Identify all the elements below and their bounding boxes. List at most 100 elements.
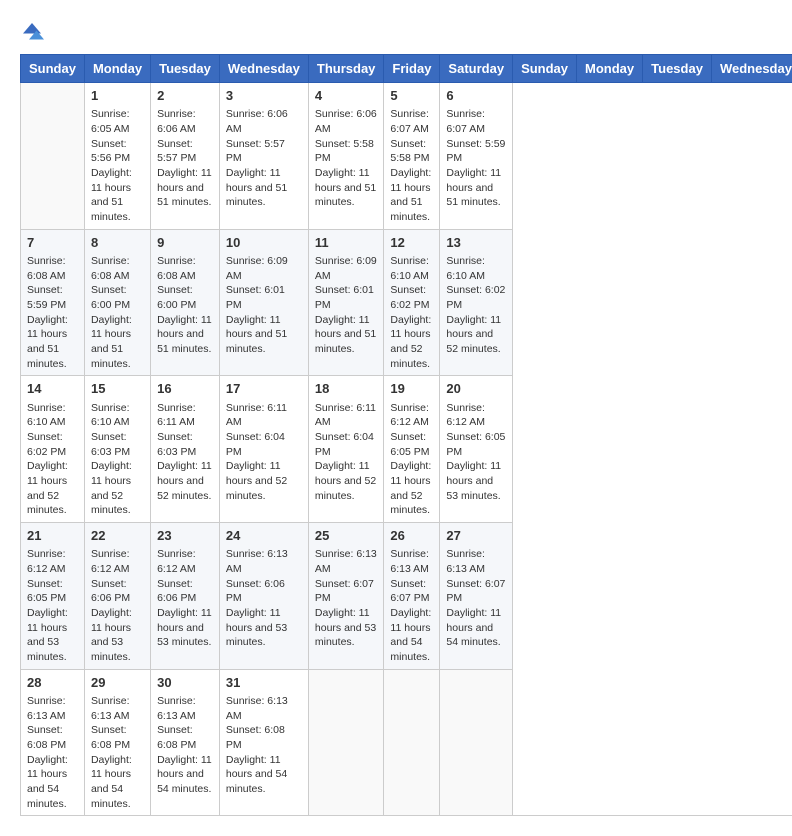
sunset-text: Sunset: 6:04 PM bbox=[315, 430, 378, 459]
calendar-cell: 8Sunrise: 6:08 AMSunset: 6:00 PMDaylight… bbox=[84, 229, 150, 376]
daylight-text: Daylight: 11 hours and 51 minutes. bbox=[315, 313, 378, 357]
weekday-header: Wednesday bbox=[711, 55, 792, 83]
sunrise-text: Sunrise: 6:06 AM bbox=[315, 107, 378, 136]
calendar-day-header: Thursday bbox=[308, 55, 384, 83]
calendar-cell: 12Sunrise: 6:10 AMSunset: 6:02 PMDayligh… bbox=[384, 229, 440, 376]
sunrise-text: Sunrise: 6:12 AM bbox=[390, 401, 433, 430]
day-number: 26 bbox=[390, 527, 433, 545]
calendar-cell: 3Sunrise: 6:06 AMSunset: 5:57 PMDaylight… bbox=[219, 83, 308, 230]
day-number: 23 bbox=[157, 527, 213, 545]
day-number: 1 bbox=[91, 87, 144, 105]
day-number: 4 bbox=[315, 87, 378, 105]
sunrise-text: Sunrise: 6:07 AM bbox=[446, 107, 506, 136]
daylight-text: Daylight: 11 hours and 51 minutes. bbox=[226, 313, 302, 357]
sunrise-text: Sunrise: 6:12 AM bbox=[91, 547, 144, 576]
sunrise-text: Sunrise: 6:11 AM bbox=[315, 401, 378, 430]
day-number: 18 bbox=[315, 380, 378, 398]
daylight-text: Daylight: 11 hours and 54 minutes. bbox=[27, 753, 78, 812]
day-number: 3 bbox=[226, 87, 302, 105]
sunrise-text: Sunrise: 6:08 AM bbox=[91, 254, 144, 283]
sunrise-text: Sunrise: 6:07 AM bbox=[390, 107, 433, 136]
sunset-text: Sunset: 5:59 PM bbox=[446, 137, 506, 166]
day-number: 17 bbox=[226, 380, 302, 398]
daylight-text: Daylight: 11 hours and 52 minutes. bbox=[91, 459, 144, 518]
sunrise-text: Sunrise: 6:13 AM bbox=[157, 694, 213, 723]
sunset-text: Sunset: 5:56 PM bbox=[91, 137, 144, 166]
sunset-text: Sunset: 6:01 PM bbox=[226, 283, 302, 312]
sunset-text: Sunset: 6:00 PM bbox=[157, 283, 213, 312]
day-number: 7 bbox=[27, 234, 78, 252]
sunrise-text: Sunrise: 6:08 AM bbox=[27, 254, 78, 283]
day-number: 20 bbox=[446, 380, 506, 398]
sunrise-text: Sunrise: 6:13 AM bbox=[226, 694, 302, 723]
daylight-text: Daylight: 11 hours and 51 minutes. bbox=[315, 166, 378, 210]
sunset-text: Sunset: 6:05 PM bbox=[390, 430, 433, 459]
daylight-text: Daylight: 11 hours and 53 minutes. bbox=[446, 459, 506, 503]
calendar-day-header: Saturday bbox=[440, 55, 513, 83]
sunrise-text: Sunrise: 6:09 AM bbox=[315, 254, 378, 283]
daylight-text: Daylight: 11 hours and 52 minutes. bbox=[315, 459, 378, 503]
sunset-text: Sunset: 6:06 PM bbox=[157, 577, 213, 606]
calendar-week-row: 28Sunrise: 6:13 AMSunset: 6:08 PMDayligh… bbox=[21, 669, 792, 816]
sunset-text: Sunset: 6:06 PM bbox=[91, 577, 144, 606]
daylight-text: Daylight: 11 hours and 53 minutes. bbox=[315, 606, 378, 650]
sunset-text: Sunset: 6:01 PM bbox=[315, 283, 378, 312]
daylight-text: Daylight: 11 hours and 51 minutes. bbox=[91, 313, 144, 372]
day-number: 13 bbox=[446, 234, 506, 252]
daylight-text: Daylight: 11 hours and 53 minutes. bbox=[27, 606, 78, 665]
daylight-text: Daylight: 11 hours and 54 minutes. bbox=[390, 606, 433, 665]
sunrise-text: Sunrise: 6:10 AM bbox=[446, 254, 506, 283]
daylight-text: Daylight: 11 hours and 54 minutes. bbox=[226, 753, 302, 797]
calendar-cell: 24Sunrise: 6:13 AMSunset: 6:06 PMDayligh… bbox=[219, 523, 308, 670]
day-number: 24 bbox=[226, 527, 302, 545]
page-header bbox=[20, 20, 772, 44]
sunrise-text: Sunrise: 6:13 AM bbox=[226, 547, 302, 576]
day-number: 10 bbox=[226, 234, 302, 252]
sunrise-text: Sunrise: 6:12 AM bbox=[446, 401, 506, 430]
daylight-text: Daylight: 11 hours and 54 minutes. bbox=[91, 753, 144, 812]
sunrise-text: Sunrise: 6:13 AM bbox=[446, 547, 506, 576]
calendar-cell: 14Sunrise: 6:10 AMSunset: 6:02 PMDayligh… bbox=[21, 376, 85, 523]
daylight-text: Daylight: 11 hours and 52 minutes. bbox=[226, 459, 302, 503]
calendar-cell: 9Sunrise: 6:08 AMSunset: 6:00 PMDaylight… bbox=[151, 229, 220, 376]
day-number: 11 bbox=[315, 234, 378, 252]
sunrise-text: Sunrise: 6:09 AM bbox=[226, 254, 302, 283]
sunset-text: Sunset: 6:06 PM bbox=[226, 577, 302, 606]
day-number: 21 bbox=[27, 527, 78, 545]
calendar-cell: 7Sunrise: 6:08 AMSunset: 5:59 PMDaylight… bbox=[21, 229, 85, 376]
daylight-text: Daylight: 11 hours and 51 minutes. bbox=[157, 166, 213, 210]
sunrise-text: Sunrise: 6:06 AM bbox=[226, 107, 302, 136]
daylight-text: Daylight: 11 hours and 52 minutes. bbox=[27, 459, 78, 518]
calendar-cell: 1Sunrise: 6:05 AMSunset: 5:56 PMDaylight… bbox=[84, 83, 150, 230]
sunset-text: Sunset: 6:00 PM bbox=[91, 283, 144, 312]
calendar-cell: 27Sunrise: 6:13 AMSunset: 6:07 PMDayligh… bbox=[440, 523, 513, 670]
sunset-text: Sunset: 5:57 PM bbox=[157, 137, 213, 166]
logo-icon bbox=[20, 20, 44, 44]
day-number: 15 bbox=[91, 380, 144, 398]
sunset-text: Sunset: 6:05 PM bbox=[27, 577, 78, 606]
calendar-cell: 2Sunrise: 6:06 AMSunset: 5:57 PMDaylight… bbox=[151, 83, 220, 230]
logo bbox=[20, 20, 48, 44]
day-number: 14 bbox=[27, 380, 78, 398]
calendar-cell: 21Sunrise: 6:12 AMSunset: 6:05 PMDayligh… bbox=[21, 523, 85, 670]
weekday-header: Tuesday bbox=[643, 55, 712, 83]
sunrise-text: Sunrise: 6:12 AM bbox=[157, 547, 213, 576]
day-number: 31 bbox=[226, 674, 302, 692]
day-number: 27 bbox=[446, 527, 506, 545]
sunset-text: Sunset: 5:59 PM bbox=[27, 283, 78, 312]
sunset-text: Sunset: 6:08 PM bbox=[157, 723, 213, 752]
sunrise-text: Sunrise: 6:13 AM bbox=[27, 694, 78, 723]
calendar-cell: 5Sunrise: 6:07 AMSunset: 5:58 PMDaylight… bbox=[384, 83, 440, 230]
calendar-cell: 15Sunrise: 6:10 AMSunset: 6:03 PMDayligh… bbox=[84, 376, 150, 523]
sunrise-text: Sunrise: 6:10 AM bbox=[27, 401, 78, 430]
sunrise-text: Sunrise: 6:06 AM bbox=[157, 107, 213, 136]
daylight-text: Daylight: 11 hours and 53 minutes. bbox=[157, 606, 213, 650]
sunset-text: Sunset: 6:03 PM bbox=[157, 430, 213, 459]
sunrise-text: Sunrise: 6:11 AM bbox=[157, 401, 213, 430]
calendar-cell: 18 Sunrise: 6:11 AMSunset: 6:04 PMDayligh… bbox=[308, 376, 384, 523]
daylight-text: Daylight: 11 hours and 52 minutes. bbox=[390, 459, 433, 518]
sunset-text: Sunset: 6:07 PM bbox=[390, 577, 433, 606]
calendar-cell: 23 Sunrise: 6:12 AMSunset: 6:06 PMDayligh… bbox=[151, 523, 220, 670]
sunrise-text: Sunrise: 6:08 AM bbox=[157, 254, 213, 283]
daylight-text: Daylight: 11 hours and 51 minutes. bbox=[91, 166, 144, 225]
